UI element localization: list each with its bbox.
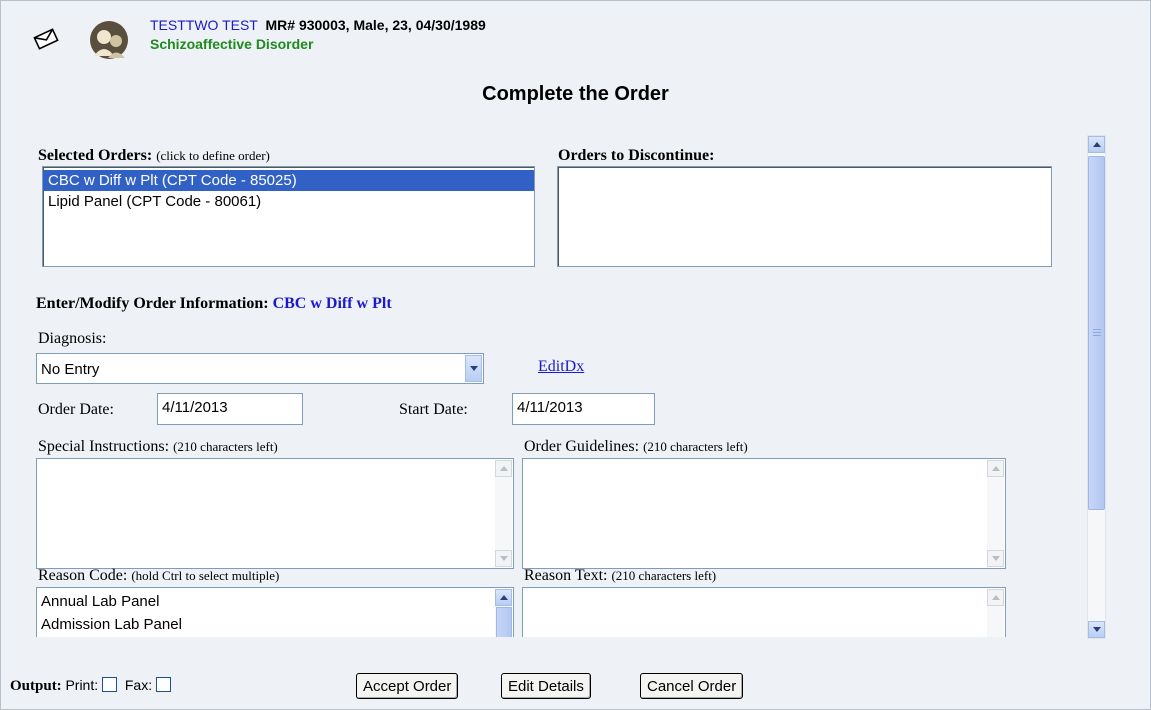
edit-dx-link[interactable]: EditDx	[538, 358, 584, 376]
cancel-order-button[interactable]: Cancel Order	[640, 673, 744, 699]
reason-code-list[interactable]: Annual Lab Panel Admission Lab Panel	[36, 587, 514, 637]
scroll-thumb[interactable]	[1088, 156, 1105, 510]
output-label: Output:	[10, 678, 62, 694]
scroll-up-icon[interactable]	[987, 460, 1004, 477]
scrollbar[interactable]	[987, 460, 1004, 567]
scroll-down-icon[interactable]	[495, 550, 512, 567]
patient-diagnosis: Schizoaffective Disorder	[150, 36, 314, 52]
patient-avatar-icon	[90, 21, 128, 59]
special-instructions-hint: (210 characters left)	[173, 439, 278, 454]
diagnosis-select-value: No Entry	[41, 361, 100, 378]
scroll-grip	[1093, 329, 1101, 330]
special-instructions-textarea[interactable]	[36, 458, 514, 569]
order-date-input[interactable]: 4/11/2013	[157, 393, 303, 425]
start-date-input[interactable]: 4/11/2013	[512, 393, 655, 425]
fax-checkbox[interactable]	[156, 677, 172, 692]
print-label: Print:	[65, 677, 99, 693]
selected-orders-hint: (click to define order)	[156, 148, 270, 163]
reason-text-label: Reason Text: (210 characters left)	[524, 567, 716, 585]
scroll-up-icon[interactable]	[495, 460, 512, 477]
accept-order-button[interactable]: Accept Order	[356, 673, 459, 699]
orders-to-discontinue-label: Orders to Discontinue:	[558, 147, 715, 164]
order-guidelines-title: Order Guidelines:	[524, 438, 640, 455]
orders-to-discontinue-list[interactable]	[557, 166, 1052, 267]
scroll-thumb[interactable]	[496, 607, 512, 637]
special-instructions-title: Special Instructions:	[38, 438, 170, 455]
list-item[interactable]: Admission Lab Panel	[37, 613, 513, 636]
start-date-label: Start Date:	[399, 401, 468, 418]
list-item[interactable]: Lipid Panel (CPT Code - 80061)	[43, 191, 534, 212]
scrollbar[interactable]	[495, 460, 512, 567]
selected-orders-label: Selected Orders: (click to define order)	[38, 147, 270, 165]
diagnosis-select[interactable]: No Entry	[36, 353, 484, 384]
scrollbar[interactable]	[987, 589, 1004, 637]
list-item[interactable]: Annual Lab Panel	[37, 590, 513, 613]
scroll-up-icon[interactable]	[495, 589, 512, 606]
selected-orders-title: Selected Orders:	[38, 147, 153, 164]
reason-code-label: Reason Code: (hold Ctrl to select multip…	[38, 567, 279, 585]
scroll-grip	[1093, 332, 1101, 333]
output-options: Output: Print: Fax:	[10, 677, 175, 695]
reason-text-title: Reason Text:	[524, 567, 608, 584]
order-guidelines-label: Order Guidelines: (210 characters left)	[524, 438, 748, 456]
fax-label: Fax:	[124, 677, 153, 693]
order-info-name: CBC w Diff w Plt	[272, 295, 392, 312]
list-item[interactable]: CBC w Diff w Plt (CPT Code - 85025)	[43, 170, 534, 191]
patient-info: TESTTWO TEST MR# 930003, Male, 23, 04/30…	[150, 17, 486, 33]
order-guidelines-hint: (210 characters left)	[643, 439, 748, 454]
edit-details-button[interactable]: Edit Details	[501, 673, 591, 699]
page-scrollbar[interactable]	[1087, 135, 1106, 639]
patient-name: TESTTWO TEST	[150, 17, 258, 33]
scroll-up-icon[interactable]	[1088, 136, 1105, 153]
scroll-down-icon[interactable]	[987, 550, 1004, 567]
scroll-up-icon[interactable]	[987, 589, 1004, 606]
order-info-heading: Enter/Modify Order Information: CBC w Di…	[36, 295, 392, 313]
scrollbar[interactable]	[495, 589, 512, 637]
special-instructions-label: Special Instructions: (210 characters le…	[38, 438, 278, 456]
reason-code-title: Reason Code:	[38, 567, 128, 584]
scroll-grip	[1093, 335, 1101, 336]
patient-meta: MR# 930003, Male, 23, 04/30/1989	[265, 17, 486, 33]
reason-text-hint: (210 characters left)	[611, 568, 717, 583]
reason-code-hint: (hold Ctrl to select multiple)	[131, 568, 280, 583]
order-guidelines-textarea[interactable]	[522, 458, 1006, 569]
order-date-label: Order Date:	[38, 401, 114, 418]
scroll-down-icon[interactable]	[1088, 621, 1105, 638]
reason-text-textarea[interactable]	[522, 587, 1006, 637]
order-info-label: Enter/Modify Order Information:	[36, 295, 269, 312]
selected-orders-list[interactable]: CBC w Diff w Plt (CPT Code - 85025) Lipi…	[42, 166, 535, 267]
print-checkbox[interactable]	[102, 677, 118, 692]
page-title: Complete the Order	[482, 83, 669, 105]
diagnosis-label: Diagnosis:	[38, 330, 107, 347]
envelope-icon[interactable]	[33, 28, 59, 50]
chevron-down-icon[interactable]	[465, 355, 482, 382]
